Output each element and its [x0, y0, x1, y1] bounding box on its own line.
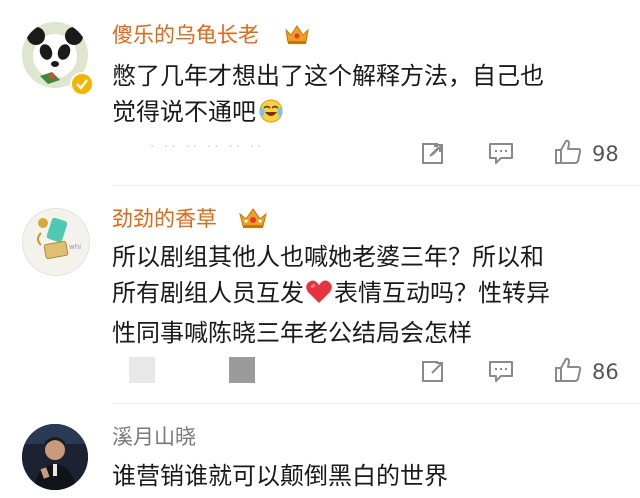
image-placeholder[interactable]: [129, 357, 155, 383]
thumbs-up-icon: [555, 139, 582, 164]
comment-text-line: 憋了几年才想出了这个解释方法，自己也: [112, 62, 544, 90]
comment-icon: [489, 361, 513, 382]
username[interactable]: 溪月山晓: [112, 424, 196, 450]
username[interactable]: 劲劲的香草: [112, 206, 217, 232]
comment-item: whi 劲劲的香草 所以剧组其他人也喊她老婆三年？所以和 所有剧组人员互发 表情…: [0, 186, 640, 404]
image-placeholder[interactable]: [229, 357, 255, 383]
like-button[interactable]: [553, 138, 583, 170]
speaker-avatar-image: [22, 424, 88, 490]
comment-item: 傻乐的乌龟长老 憋了几年才想出了这个解释方法，自己也 觉得说不通吧 · ·· ·…: [0, 0, 640, 186]
comment-text-segment: 觉得说不通吧: [112, 98, 256, 126]
verified-badge: [70, 72, 94, 96]
comment-text-line: 所以剧组其他人也喊她老婆三年？所以和: [112, 243, 544, 271]
reply-button[interactable]: [487, 140, 515, 170]
vip-crown-icon: [238, 206, 267, 230]
like-count: 98: [592, 142, 619, 166]
comment-text-line: 觉得说不通吧: [112, 94, 612, 134]
thumbs-up-icon: [555, 357, 582, 382]
avatar[interactable]: [22, 424, 88, 490]
avatar[interactable]: whi: [22, 208, 90, 276]
username[interactable]: 傻乐的乌龟长老: [112, 22, 259, 48]
verified-check-icon: [76, 79, 88, 90]
repost-button[interactable]: [420, 358, 446, 388]
like-button[interactable]: [553, 356, 583, 388]
comment-text-segment: 表情互动吗？性转异: [334, 279, 550, 307]
laugh-cry-emoji-icon: [258, 98, 284, 134]
repost-button[interactable]: [420, 140, 446, 170]
reply-button[interactable]: [487, 358, 515, 388]
share-icon: [422, 360, 444, 382]
comment-meta: · ·· ·· ·· ·· ··: [150, 140, 265, 155]
comment-item: 溪月山晓 谁营销谁就可以颠倒黑白的世界: [0, 404, 640, 498]
heart-emoji-icon: [305, 279, 333, 315]
comment-icon: [489, 143, 513, 164]
like-count: 86: [592, 360, 619, 384]
vip-crown-icon: [284, 22, 310, 46]
comment-text: 谁营销谁就可以颠倒黑白的世界: [112, 458, 612, 494]
svg-text:whi: whi: [69, 243, 81, 251]
comment-text-line: 谁营销谁就可以颠倒黑白的世界: [112, 462, 448, 490]
comment-text-line: 性同事喊陈晓三年老公结局会怎样: [112, 319, 472, 347]
comment-text: 憋了几年才想出了这个解释方法，自己也 觉得说不通吧: [112, 58, 612, 134]
share-icon: [422, 142, 444, 164]
comment-text: 所以剧组其他人也喊她老婆三年？所以和 所有剧组人员互发 表情互动吗？性转异 性同…: [112, 239, 612, 351]
jade-ornament-avatar-image: whi: [23, 209, 89, 275]
comment-text-line: 所有剧组人员互发 表情互动吗？性转异: [112, 275, 612, 315]
comment-text-segment: 所有剧组人员互发: [112, 279, 304, 307]
